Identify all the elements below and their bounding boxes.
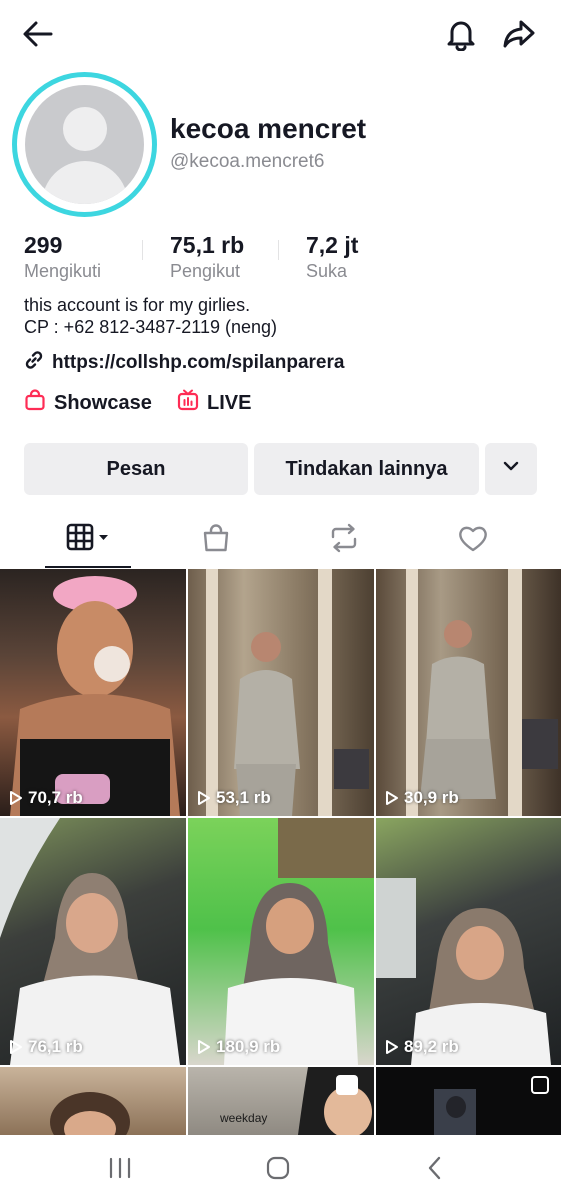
video-thumbnail[interactable] — [376, 1067, 561, 1135]
thumbnail-scene — [206, 569, 369, 816]
active-tab-indicator — [45, 566, 131, 568]
bio: this account is for my girlies. CP : +62… — [24, 294, 277, 338]
stat-likes[interactable]: 7,2 jt Suka — [306, 232, 358, 282]
play-icon — [10, 1040, 22, 1054]
stat-following-value: 299 — [24, 232, 63, 258]
username: @kecoa.mencret6 — [170, 151, 325, 172]
video-thumbnail[interactable]: 180,9 rb — [188, 818, 374, 1065]
display-name: kecoa mencret — [170, 113, 367, 144]
stat-followers-value: 75,1 rb — [170, 232, 245, 258]
thumbnail-overlay-text: weekday — [220, 1111, 268, 1125]
stat-divider — [142, 240, 143, 260]
repost-icon — [328, 523, 360, 558]
play-icon — [198, 791, 210, 805]
back-chevron-icon[interactable] — [415, 1153, 455, 1183]
video-thumbnail[interactable]: weekday — [188, 1067, 374, 1135]
thumbnail-scene — [298, 1067, 374, 1135]
avatar[interactable] — [12, 72, 157, 217]
thumbnail-scene — [10, 576, 180, 816]
play-icon — [10, 791, 22, 805]
play-icon — [198, 1040, 210, 1054]
avatar-placeholder — [25, 85, 144, 204]
stat-likes-value: 7,2 jt — [306, 232, 359, 258]
view-count: 89,2 rb — [385, 1037, 459, 1057]
content-tabs — [0, 512, 561, 568]
profile-link-url: https://collshp.com/spilanparera — [52, 352, 345, 373]
link-icon — [24, 350, 44, 376]
video-thumbnail[interactable]: 53,1 rb — [188, 569, 374, 816]
tab-grid[interactable] — [18, 512, 158, 568]
stat-likes-label: Suka — [306, 261, 348, 281]
play-icon — [386, 791, 398, 805]
live-tv-icon — [177, 389, 199, 417]
heart-icon — [457, 523, 489, 558]
stat-divider — [278, 240, 279, 260]
thumbnail-scene — [224, 818, 374, 1065]
thumbnail-scene — [0, 818, 180, 1065]
live-button[interactable]: LIVE — [177, 389, 252, 417]
dropdown-button[interactable] — [485, 443, 537, 495]
recents-icon[interactable] — [100, 1153, 140, 1183]
thumbnail-scene — [376, 878, 551, 1065]
grid-icon — [66, 523, 110, 558]
live-label: LIVE — [207, 391, 252, 414]
thumbnail-scene — [50, 1092, 130, 1135]
home-icon[interactable] — [258, 1153, 298, 1183]
profile-link[interactable]: https://collshp.com/spilanparera — [24, 351, 344, 375]
bell-icon[interactable] — [441, 14, 481, 54]
tab-reposts[interactable] — [274, 512, 414, 568]
share-arrow-icon[interactable] — [499, 14, 539, 54]
view-count: 76,1 rb — [9, 1037, 83, 1057]
stat-followers-label: Pengikut — [170, 261, 241, 281]
thumbnail-scene — [406, 569, 558, 816]
message-button[interactable]: Pesan — [24, 443, 248, 495]
video-thumbnail[interactable]: 89,2 rb — [376, 818, 561, 1065]
shopping-bag-icon — [24, 389, 46, 417]
bio-line-1: this account is for my girlies. — [24, 295, 251, 315]
video-thumbnail[interactable]: 70,7 rb — [0, 569, 186, 816]
showcase-label: Showcase — [54, 391, 152, 414]
showcase-button[interactable]: Showcase — [24, 389, 152, 417]
view-count: 53,1 rb — [197, 788, 271, 808]
play-icon — [386, 1040, 398, 1054]
view-count: 30,9 rb — [385, 788, 459, 808]
system-nav-bar — [0, 1135, 561, 1200]
stat-following-label: Mengikuti — [24, 261, 102, 281]
chevron-down-icon — [501, 456, 521, 482]
thumbnail-scene — [434, 1076, 549, 1135]
more-actions-button[interactable]: Tindakan lainnya — [254, 443, 479, 495]
top-bar — [0, 0, 561, 68]
stat-following[interactable]: 299 Mengikuti — [24, 232, 101, 282]
video-thumbnail[interactable] — [0, 1067, 186, 1135]
bio-line-2: CP : +62 812-3487-2119 (neng) — [24, 317, 278, 337]
video-grid: 70,7 rb 53,1 rb 30,9 rb 76,1 rb 180,9 rb… — [0, 569, 561, 1135]
video-thumbnail[interactable]: 76,1 rb — [0, 818, 186, 1065]
view-count: 70,7 rb — [9, 788, 83, 808]
shopping-bag-icon — [201, 523, 231, 558]
arrow-left-icon[interactable] — [18, 14, 58, 54]
video-thumbnail[interactable]: 30,9 rb — [376, 569, 561, 816]
stat-followers[interactable]: 75,1 rb Pengikut — [170, 232, 244, 282]
view-count: 180,9 rb — [197, 1037, 280, 1057]
tab-shop[interactable] — [146, 512, 286, 568]
tab-liked[interactable] — [403, 512, 543, 568]
